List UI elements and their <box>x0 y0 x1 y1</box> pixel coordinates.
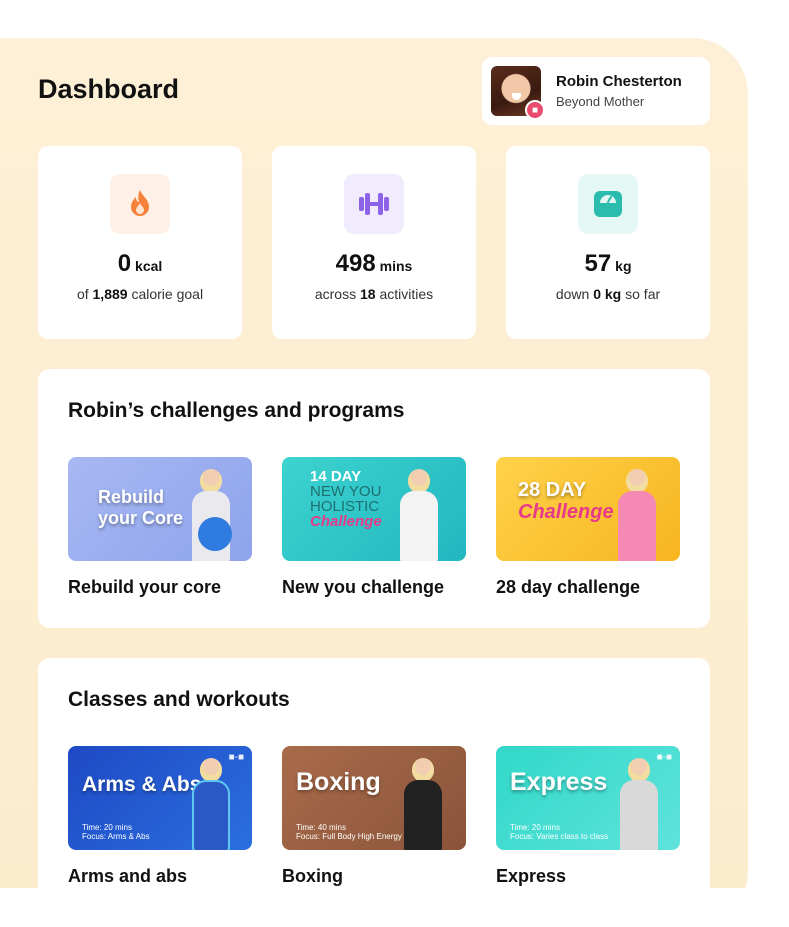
calories-desc: of 1,889 calorie goal <box>76 286 204 302</box>
classes-title: Classes and workouts <box>68 688 290 711</box>
class-tile-express[interactable]: ■-■ Express Time: 20 mins Focus: Varies c… <box>496 746 680 887</box>
profile-name: Robin Chesterton <box>556 73 682 90</box>
challenge-label: 28 day challenge <box>496 577 641 597</box>
profile-subtitle: Beyond Mother <box>556 94 645 109</box>
profile-card[interactable]: ■ Robin Chesterton Beyond Mother <box>482 57 710 125</box>
class-label: Arms and abs <box>68 866 188 886</box>
minutes-desc: across 18 activities <box>314 286 434 302</box>
class-label: Boxing <box>282 866 343 886</box>
page-title: Dashboard <box>38 74 180 104</box>
classes-section: Classes and workouts ■-■ Arms & Abs Time… <box>38 658 710 927</box>
weight-card[interactable]: 57 kg down 0 kg so far <box>506 146 710 339</box>
challenge-thumbnail[interactable]: Rebuild your Core <box>68 457 252 561</box>
bottom-cutoff <box>0 888 789 927</box>
challenge-thumbnail[interactable]: 28 DAY Challenge <box>496 457 680 561</box>
challenge-label: New you challenge <box>282 577 445 597</box>
challenge-tile-28-day[interactable]: 28 DAY Challenge 28 day challenge <box>496 457 680 598</box>
challenges-section: Robin’s challenges and programs Rebuild y… <box>38 369 710 628</box>
class-thumbnail[interactable]: ■-■ Express Time: 20 mins Focus: Varies c… <box>496 746 680 850</box>
scale-icon <box>578 174 638 234</box>
class-tile-arms-abs[interactable]: ■-■ Arms & Abs Time: 20 mins Focus: Arms … <box>68 746 252 887</box>
weight-desc: down 0 kg so far <box>555 286 661 302</box>
weight-value: 57 kg <box>584 250 632 277</box>
calories-card[interactable]: 0 kcal of 1,889 calorie goal <box>38 146 242 339</box>
dumbbell-icon <box>344 174 404 234</box>
minutes-value: 498 mins <box>335 250 413 277</box>
challenge-thumbnail[interactable]: 14 DAY NEW YOU HOLISTIC Challenge <box>282 457 466 561</box>
minutes-card[interactable]: 498 mins across 18 activities <box>272 146 476 339</box>
calories-value: 0 kcal <box>117 250 163 277</box>
challenges-title: Robin’s challenges and programs <box>68 399 405 422</box>
class-tile-boxing[interactable]: Boxing Time: 40 mins Focus: Full Body Hig… <box>282 746 466 887</box>
class-thumbnail[interactable]: Boxing Time: 40 mins Focus: Full Body Hig… <box>282 746 466 850</box>
challenge-label: Rebuild your core <box>68 577 222 597</box>
class-label: Express <box>496 866 567 886</box>
cake-icon: ■ <box>525 100 545 120</box>
class-thumbnail[interactable]: ■-■ Arms & Abs Time: 20 mins Focus: Arms … <box>68 746 252 850</box>
flame-icon <box>110 174 170 234</box>
challenge-tile-core[interactable]: Rebuild your Core Rebuild your core <box>68 457 252 598</box>
challenge-tile-new-you[interactable]: 14 DAY NEW YOU HOLISTIC Challenge New yo… <box>282 457 466 598</box>
avatar: ■ <box>491 66 545 120</box>
